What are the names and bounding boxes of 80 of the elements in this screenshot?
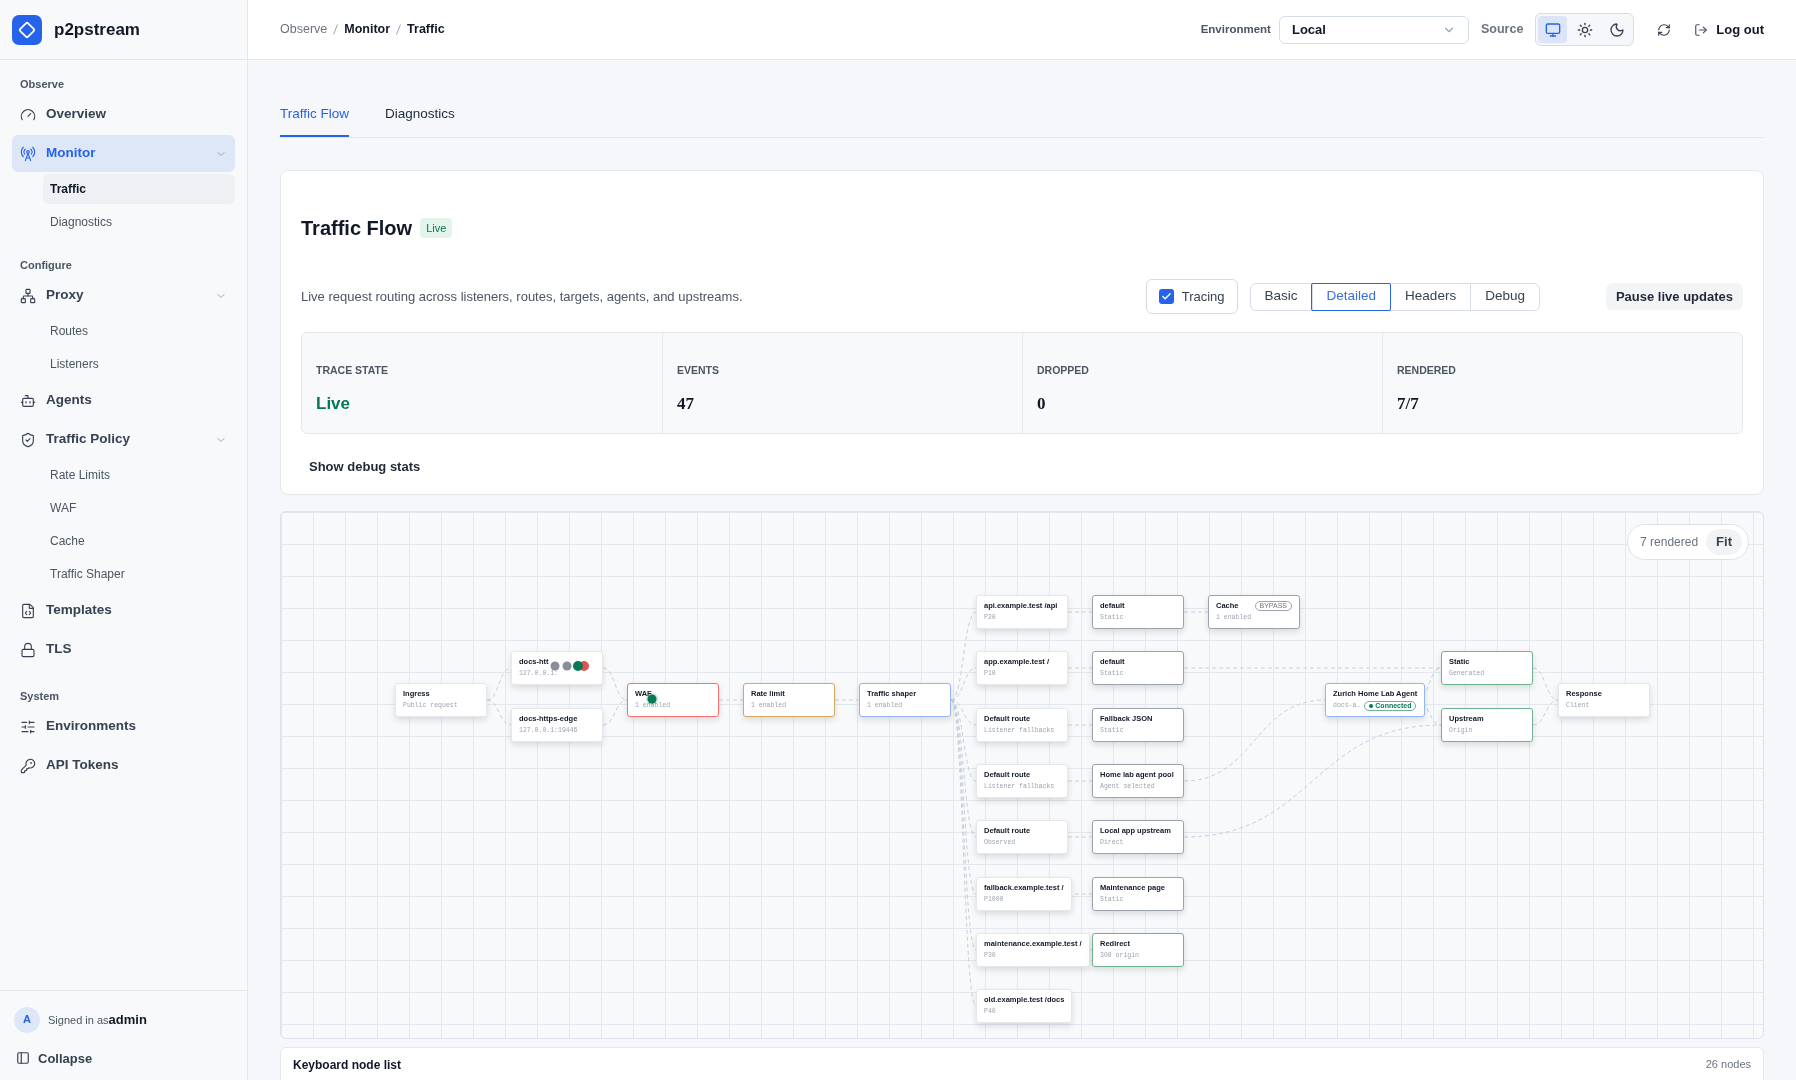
stat-label: TRACE STATE (316, 363, 389, 378)
mode-option[interactable]: Basic (1250, 283, 1312, 310)
check-icon (1160, 291, 1172, 302)
logout-icon (1694, 22, 1709, 37)
environment-select[interactable]: Local (1278, 15, 1469, 44)
node-list-title: Keyboard node list (293, 1057, 402, 1074)
debug-stats-button[interactable]: Show debug stats (309, 457, 421, 477)
radio-tower-icon (20, 145, 36, 162)
section-heading: Observe (19, 76, 66, 92)
nav-subitem[interactable]: Traffic (43, 174, 235, 204)
signed-in-text: Signed in asadmin (48, 1010, 147, 1029)
robot-icon (20, 392, 36, 409)
connector-line (602, 699, 628, 726)
stat-label: RENDERED (1397, 363, 1457, 378)
nav-subitem[interactable]: Routes (43, 316, 235, 346)
source-label: Source (1480, 21, 1524, 39)
shield-icon (20, 431, 36, 448)
sliders-icon (20, 718, 36, 735)
stat-value: 0 (1037, 392, 1047, 415)
lock-icon (20, 641, 36, 658)
stat-value: Live (316, 392, 352, 415)
nav-item[interactable]: Environments (12, 708, 235, 745)
user-avatar: A (14, 1006, 40, 1033)
breadcrumb-link[interactable]: Monitor (344, 20, 391, 39)
breadcrumb-link[interactable]: Observe (280, 20, 328, 39)
section-heading: System (19, 688, 61, 704)
brand-name: p2pstream (54, 18, 140, 41)
nav-subitem[interactable]: Diagnostics (43, 207, 235, 237)
nav-item[interactable]: API Tokens (12, 747, 235, 784)
nav-item[interactable]: Overview (12, 96, 235, 133)
pause-button[interactable]: Pause live updates (1605, 283, 1743, 310)
stat-value: 7/7 (1397, 392, 1420, 415)
live-badge: Live (420, 217, 453, 239)
network-icon (20, 287, 36, 304)
nav-subitem[interactable]: Cache (43, 526, 235, 556)
stat-value: 47 (677, 392, 695, 415)
nav-subitem[interactable]: Rate Limits (43, 460, 235, 490)
mode-option[interactable]: Detailed (1311, 283, 1391, 310)
connector-line (1532, 699, 1559, 726)
theme-button[interactable] (1538, 16, 1568, 43)
panel-icon (16, 1051, 30, 1066)
card-title: Traffic Flow (301, 216, 413, 241)
nav-item[interactable]: Monitor (12, 135, 235, 172)
monitor-icon (1544, 21, 1561, 38)
nav-item[interactable]: Proxy (12, 277, 235, 314)
node-count: 26 nodes (1705, 1057, 1751, 1072)
nav-subitem[interactable]: WAF (43, 493, 235, 523)
section-heading: Configure (19, 257, 73, 273)
moon-icon (1608, 21, 1625, 38)
nav-subitem[interactable]: Traffic Shaper (43, 559, 235, 589)
refresh-icon (1657, 22, 1672, 37)
nav-item[interactable]: Agents (12, 382, 235, 419)
mode-option[interactable]: Headers (1390, 283, 1471, 310)
status-dot-icon (1369, 704, 1374, 708)
gauge-icon (20, 106, 36, 123)
nav-item[interactable]: TLS (12, 631, 235, 668)
tab[interactable]: Traffic Flow (280, 94, 349, 137)
logout-button[interactable]: Log out (1694, 19, 1764, 40)
slash-icon (396, 24, 402, 35)
card-description: Live request routing across listeners, routes, targets, agents, and upstreams. (301, 287, 744, 306)
file-code-icon (20, 602, 36, 619)
key-icon (20, 757, 36, 774)
sun-icon (1576, 21, 1593, 38)
nav-item[interactable]: Traffic Policy (12, 421, 235, 458)
tab[interactable]: Diagnostics (385, 94, 455, 137)
nav-item[interactable]: Templates (12, 592, 235, 629)
slash-icon (333, 24, 339, 35)
rendered-count: 7 rendered (1640, 534, 1699, 551)
environment-label: Environment (1200, 21, 1271, 37)
mode-option[interactable]: Debug (1470, 283, 1539, 310)
logo-icon (12, 14, 42, 45)
stat-label: EVENTS (677, 363, 720, 378)
fit-button[interactable]: Fit (1706, 529, 1742, 555)
stat-label: DROPPED (1037, 363, 1090, 378)
collapse-button[interactable]: Collapse (12, 1048, 235, 1068)
connector-line (486, 699, 512, 726)
nav-subitem[interactable]: Listeners (43, 349, 235, 379)
breadcrumb-link[interactable]: Traffic (407, 20, 445, 39)
checkbox[interactable] (1158, 289, 1174, 304)
tracing-toggle[interactable]: Tracing (1145, 279, 1238, 314)
